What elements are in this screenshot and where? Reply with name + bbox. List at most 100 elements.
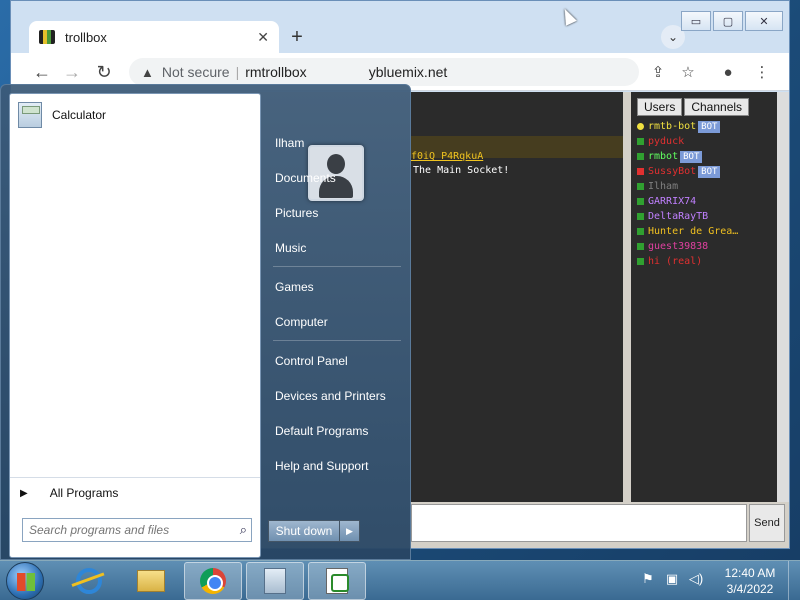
address-bar[interactable]: ▲ Not secure | rmtrollbox ybluemix.net <box>129 58 639 86</box>
clock-date: 3/4/2022 <box>726 582 774 596</box>
help-support-link[interactable]: Help and Support <box>263 448 411 483</box>
menu-icon[interactable]: ⋮ <box>751 61 773 83</box>
taskbar-notepad[interactable] <box>308 562 366 600</box>
close-icon[interactable]: ✕ <box>257 29 269 46</box>
user-list-item[interactable]: guest39838 <box>637 239 738 254</box>
tab-title: trollbox <box>65 29 107 45</box>
user-list-item[interactable]: hi (real) <box>637 254 738 269</box>
scrollbar[interactable] <box>777 92 789 502</box>
user-folder-link[interactable]: Ilham <box>263 125 411 160</box>
close-window-button[interactable]: ✕ <box>745 11 783 31</box>
pictures-link[interactable]: Pictures <box>263 195 411 230</box>
network-icon[interactable]: ▣ <box>664 571 680 587</box>
security-label: Not secure <box>161 64 230 80</box>
minimize-button[interactable]: ▭ <box>681 11 711 31</box>
address-domain: ybluemix.net <box>368 64 448 80</box>
tab-users[interactable]: Users <box>637 98 683 116</box>
shutdown-group: Shut down ▶ <box>268 520 360 542</box>
windows-logo-icon <box>17 573 35 591</box>
search-icon[interactable]: ⌕ <box>240 522 247 538</box>
control-panel-link[interactable]: Control Panel <box>263 343 411 378</box>
user-name: Ilham <box>648 181 679 192</box>
music-link[interactable]: Music <box>263 230 411 265</box>
divider <box>273 340 401 341</box>
user-name: Hunter de Grea… <box>648 226 739 237</box>
maximize-button[interactable]: ▢ <box>713 11 743 31</box>
tab-trollbox[interactable]: trollbox ✕ <box>29 21 279 53</box>
bot-badge: BOT <box>680 150 703 163</box>
system-clock[interactable]: 12:40 AM 3/4/2022 <box>718 565 782 597</box>
start-menu: Calculator ▶ All Programs ⌕ Ilham Docume… <box>0 84 411 560</box>
user-name: DeltaRayTB <box>648 211 709 222</box>
user-list-item[interactable]: GARRIX74 <box>637 194 738 209</box>
reload-icon[interactable]: ↻ <box>93 61 115 83</box>
user-list-item[interactable]: pyduck <box>637 134 738 149</box>
send-button[interactable]: Send <box>749 504 785 542</box>
window-controls: ▭ ▢ ✕ <box>681 11 783 31</box>
status-dot-icon <box>637 183 644 190</box>
user-list-item[interactable]: DeltaRayTB <box>637 209 738 224</box>
devices-printers-link[interactable]: Devices and Printers <box>263 378 411 413</box>
show-desktop-button[interactable] <box>788 561 800 600</box>
games-link[interactable]: Games <box>263 269 411 304</box>
system-tray: ⚑ ▣ ◁) <box>640 571 704 587</box>
internet-explorer-icon <box>76 568 102 594</box>
program-label: Calculator <box>52 108 107 122</box>
warning-icon: ▲ <box>141 64 154 80</box>
action-center-flag-icon[interactable]: ⚑ <box>640 571 656 587</box>
default-programs-link[interactable]: Default Programs <box>263 413 411 448</box>
address-host: rmtrollbox <box>245 64 307 80</box>
user-name: guest39838 <box>648 241 709 252</box>
status-dot-icon <box>637 198 644 205</box>
taskbar-calculator[interactable] <box>246 562 304 600</box>
user-name: rmtb-bot <box>648 121 697 132</box>
user-name: pyduck <box>648 136 685 147</box>
panel-tabs: Users Channels <box>637 98 750 116</box>
user-list-item[interactable]: SussyBot BOT <box>637 164 738 179</box>
volume-icon[interactable]: ◁) <box>688 571 704 587</box>
status-dot-icon <box>637 138 644 145</box>
user-name: hi (real) <box>648 256 703 267</box>
user-list-item[interactable]: Ilham <box>637 179 738 194</box>
profile-icon[interactable]: ● <box>717 61 739 83</box>
all-programs-label: All Programs <box>49 486 119 500</box>
status-dot-icon <box>637 123 644 130</box>
triangle-right-icon: ▶ <box>20 487 28 499</box>
plus-icon[interactable]: + <box>285 25 309 49</box>
forward-icon[interactable]: → <box>61 61 83 83</box>
chat-line: The Main Socket! <box>413 165 510 176</box>
search-programs-field[interactable]: ⌕ <box>22 518 252 542</box>
user-list-item[interactable]: rmtb-bot BOT <box>637 119 738 134</box>
start-button[interactable] <box>6 562 44 600</box>
chat-log: f0iQ P4RqkuA The Main Socket! <box>411 92 623 502</box>
status-dot-icon <box>637 213 644 220</box>
taskbar-file-explorer[interactable] <box>122 562 180 600</box>
notepad-icon <box>326 568 349 594</box>
shutdown-button[interactable]: Shut down <box>268 520 340 542</box>
shutdown-options-arrow-icon[interactable]: ▶ <box>340 520 360 542</box>
user-name: SussyBot <box>648 166 697 177</box>
all-programs-button[interactable]: ▶ All Programs <box>10 477 260 508</box>
divider <box>273 266 401 267</box>
back-icon[interactable]: ← <box>31 61 53 83</box>
bookmark-star-icon[interactable]: ☆ <box>677 61 699 83</box>
status-dot-icon <box>637 228 644 235</box>
chat-line[interactable]: f0iQ P4RqkuA <box>411 151 483 162</box>
user-name: GARRIX74 <box>648 196 697 207</box>
message-input[interactable] <box>411 504 747 542</box>
user-list-item[interactable]: rmbot BOT <box>637 149 738 164</box>
address-separator: | <box>235 64 240 80</box>
status-dot-icon <box>637 168 644 175</box>
user-list: rmtb-bot BOT pyduck rmbot BOT SussyBot BOT Ilha… <box>637 119 738 269</box>
taskbar-chrome[interactable] <box>184 562 242 600</box>
share-icon[interactable]: ⇪ <box>647 61 669 83</box>
program-calculator[interactable]: Calculator <box>18 102 106 128</box>
tab-channels[interactable]: Channels <box>684 98 750 116</box>
chrome-icon <box>200 568 226 594</box>
tab-strip: trollbox ✕ + ⌄ ▭ ▢ ✕ <box>11 1 789 53</box>
search-input[interactable] <box>29 523 219 537</box>
user-list-item[interactable]: Hunter de Grea… <box>637 224 738 239</box>
documents-link[interactable]: Documents <box>263 160 411 195</box>
computer-link[interactable]: Computer <box>263 304 411 339</box>
taskbar-internet-explorer[interactable] <box>60 562 118 600</box>
